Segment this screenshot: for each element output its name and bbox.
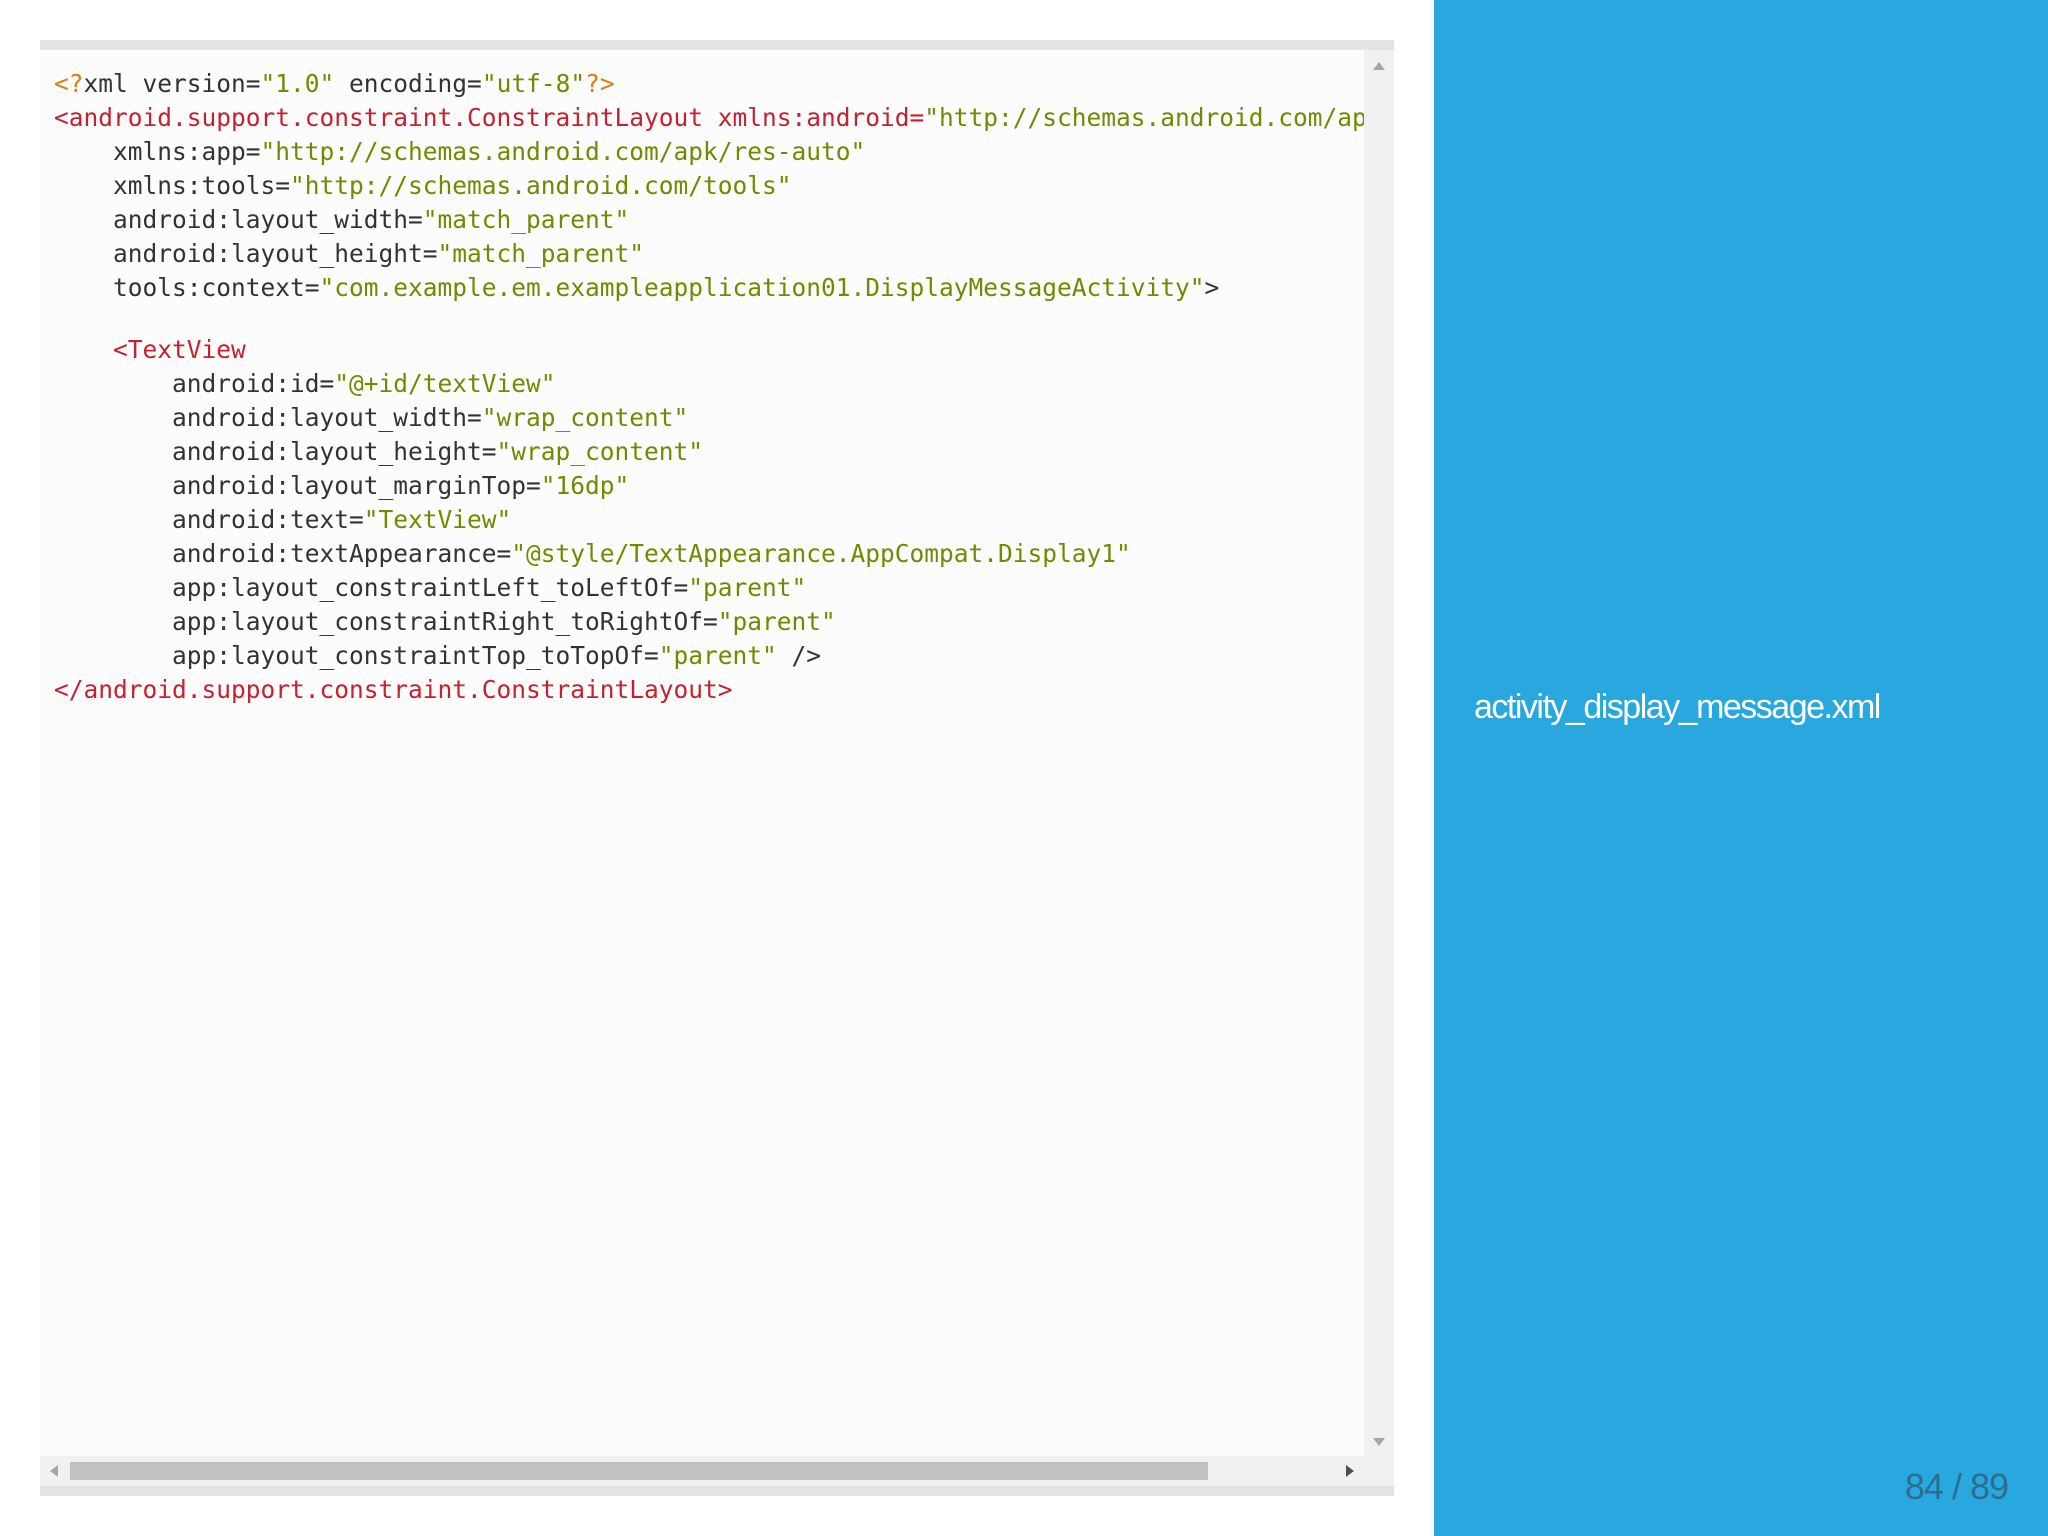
code-token: android:layout_width= — [54, 205, 423, 234]
code-token: app:layout_constraintLeft_toLeftOf= — [54, 573, 689, 602]
code-token: /> — [776, 641, 822, 670]
code-token: "utf-8" — [481, 69, 586, 98]
page-indicator: 84 / 89 — [1904, 1466, 2009, 1507]
code-token: app:layout_constraintRight_toRightOf= — [54, 607, 718, 636]
code-token: android:text= — [54, 505, 364, 534]
scroll-right-arrow-icon[interactable] — [1346, 1465, 1354, 1477]
code-line: android:layout_height="match_parent" — [54, 237, 1364, 271]
code-token: android:layout_width= — [54, 403, 482, 432]
code-token: "parent" — [658, 641, 777, 670]
code-token: </android.support.constraint.ConstraintL… — [54, 675, 733, 704]
code-token: xmlns:tools= — [54, 171, 291, 200]
code-line: app:layout_constraintLeft_toLeftOf="pare… — [54, 571, 1364, 605]
code-token: "@+id/textView" — [334, 369, 556, 398]
code-token: "http://schemas.android.com/apk/res/andr… — [924, 103, 1364, 132]
vertical-scrollbar[interactable] — [1364, 50, 1394, 1456]
code-line: xmlns:app="http://schemas.android.com/ap… — [54, 135, 1364, 169]
code-line: android:layout_width="match_parent" — [54, 203, 1364, 237]
code-view[interactable]: <?xml version="1.0" encoding="utf-8"?> <a… — [40, 50, 1364, 1456]
horizontal-scrollbar[interactable] — [40, 1456, 1364, 1486]
code-line: android:layout_width="wrap_content" — [54, 401, 1364, 435]
code-token: xml version= — [83, 69, 261, 98]
scroll-up-arrow-icon[interactable] — [1373, 62, 1385, 70]
code-token: "http://schemas.android.com/tools" — [290, 171, 792, 200]
code-token: "match_parent" — [422, 205, 630, 234]
code-token: <? — [54, 69, 84, 98]
code-line: <TextView — [54, 333, 1364, 367]
code-token: "http://schemas.android.com/apk/res-auto… — [260, 137, 866, 166]
code-token: "parent" — [717, 607, 836, 636]
code-token: "@style/TextAppearance.AppCompat.Display… — [511, 539, 1131, 568]
code-token: <TextView — [54, 335, 246, 364]
file-caption: activity_display_message.xml — [1474, 688, 1881, 726]
code-token: "wrap_content" — [496, 437, 704, 466]
code-token: "16dp" — [540, 471, 630, 500]
code-token: "TextView" — [363, 505, 512, 534]
code-token: android:layout_height= — [54, 437, 497, 466]
code-token: > — [1204, 273, 1220, 302]
horizontal-scroll-thumb[interactable] — [70, 1462, 1208, 1480]
code-token: <android.support.constraint.ConstraintLa… — [54, 103, 925, 132]
code-token: "1.0" — [260, 69, 335, 98]
code-line: tools:context="com.example.em.exampleapp… — [54, 271, 1364, 305]
code-line: app:layout_constraintTop_toTopOf="parent… — [54, 639, 1364, 673]
code-token: encoding= — [334, 69, 482, 98]
code-line: <?xml version="1.0" encoding="utf-8"?> — [54, 67, 1364, 101]
code-token: "parent" — [688, 573, 807, 602]
code-token: "wrap_content" — [481, 403, 689, 432]
sidebar: activity_display_message.xml 84 / 89 — [1434, 0, 2048, 1536]
code-line: </android.support.constraint.ConstraintL… — [54, 673, 1364, 707]
code-token: android:id= — [54, 369, 335, 398]
code-line: android:id="@+id/textView" — [54, 367, 1364, 401]
code-block: <?xml version="1.0" encoding="utf-8"?> <a… — [40, 50, 1364, 707]
code-token: android:layout_height= — [54, 239, 438, 268]
code-line: android:text="TextView" — [54, 503, 1364, 537]
code-line: android:layout_height="wrap_content" — [54, 435, 1364, 469]
code-token: "match_parent" — [437, 239, 645, 268]
code-token: ?> — [585, 69, 615, 98]
scrollbar-corner — [1364, 1456, 1394, 1486]
code-line: xmlns:tools="http://schemas.android.com/… — [54, 169, 1364, 203]
code-line: app:layout_constraintRight_toRightOf="pa… — [54, 605, 1364, 639]
code-panel: <?xml version="1.0" encoding="utf-8"?> <a… — [40, 40, 1394, 1496]
scroll-down-arrow-icon[interactable] — [1373, 1438, 1385, 1446]
code-token: android:layout_marginTop= — [54, 471, 541, 500]
code-token: tools:context= — [54, 273, 320, 302]
code-token: app:layout_constraintTop_toTopOf= — [54, 641, 659, 670]
code-line: android:layout_marginTop="16dp" — [54, 469, 1364, 503]
code-line: <android.support.constraint.ConstraintLa… — [54, 101, 1364, 135]
code-token: "com.example.em.exampleapplication01.Dis… — [319, 273, 1205, 302]
code-token: xmlns:app= — [54, 137, 261, 166]
code-token: android:textAppearance= — [54, 539, 512, 568]
code-line: android:textAppearance="@style/TextAppea… — [54, 537, 1364, 571]
scroll-left-arrow-icon[interactable] — [50, 1465, 58, 1477]
